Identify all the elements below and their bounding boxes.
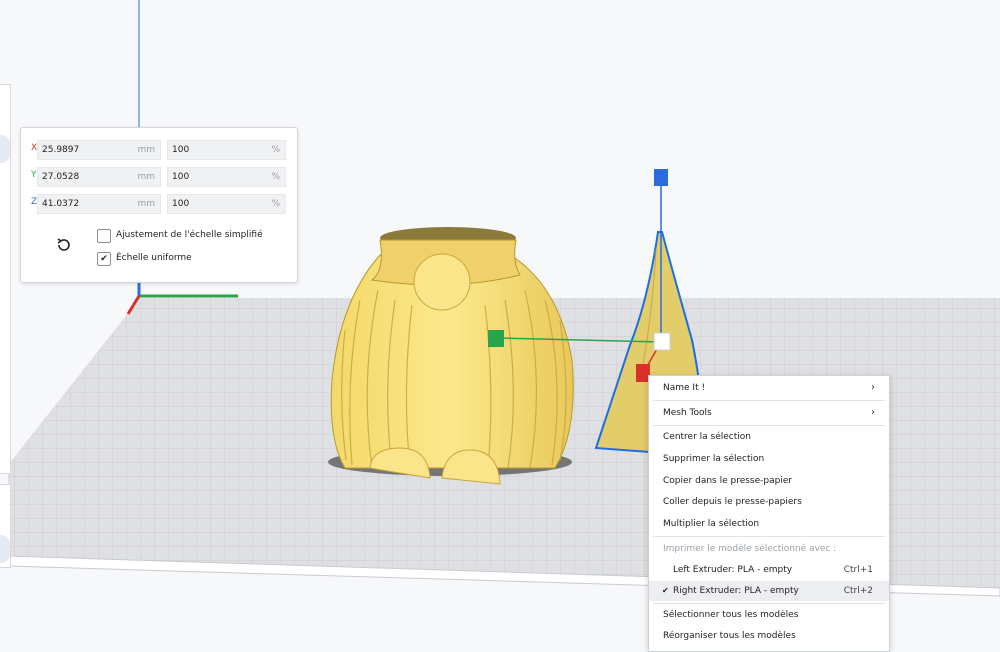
depth-percent-input[interactable]: 100 % bbox=[167, 167, 286, 187]
height-percent-input[interactable]: 100 % bbox=[167, 194, 286, 214]
z-axis-handle[interactable] bbox=[654, 169, 668, 186]
shortcut-label: Ctrl+2 bbox=[843, 586, 873, 596]
menu-item-label: Mesh Tools bbox=[663, 408, 712, 418]
toolbar-active-knob[interactable] bbox=[0, 135, 10, 163]
height-percent-value: 100 bbox=[172, 199, 190, 209]
shortcut-label: Ctrl+1 bbox=[843, 565, 873, 575]
menu-item-label: Sélectionner tous les modèles bbox=[663, 610, 799, 620]
menu-item-label: Right Extruder: PLA - empty bbox=[673, 586, 799, 596]
menu-item-label: Centrer la sélection bbox=[663, 432, 751, 442]
percent-unit-label: % bbox=[271, 172, 280, 182]
depth-percent-value: 100 bbox=[172, 172, 190, 182]
menu-divider bbox=[653, 603, 885, 604]
width-mm-value: 25.9897 bbox=[42, 145, 80, 155]
percent-unit-label: % bbox=[271, 199, 280, 209]
menu-item-left-extruder[interactable]: Left Extruder: PLA - empty Ctrl+1 bbox=[649, 560, 889, 580]
width-percent-input[interactable]: 100 % bbox=[167, 140, 286, 160]
gnome-nose bbox=[413, 253, 471, 311]
gizmo-center-handle[interactable] bbox=[653, 332, 671, 351]
menu-item-arrange-all[interactable]: Réorganiser tous les modèles bbox=[649, 626, 889, 646]
menu-item-label: Name It ! bbox=[663, 383, 706, 393]
scale-tool-panel: X 25.9897 mm 100 % Y 27.0528 mm 100 % Z … bbox=[20, 127, 298, 283]
uniform-scaling-label: Échelle uniforme bbox=[116, 253, 192, 263]
snap-scaling-label: Ajustement de l'échelle simplifié bbox=[116, 230, 263, 240]
unit-label: mm bbox=[137, 199, 155, 209]
menu-item-multiply-selection[interactable]: Multiplier la sélection bbox=[649, 514, 889, 534]
reset-icon[interactable] bbox=[55, 236, 73, 254]
toolbar-rail-bottom bbox=[0, 484, 11, 568]
menu-item-paste[interactable]: Coller depuis le presse-papiers bbox=[649, 492, 889, 512]
percent-unit-label: % bbox=[271, 145, 280, 155]
checkmark-icon: ✔ bbox=[97, 252, 111, 266]
menu-item-name-it[interactable]: Name It ! › bbox=[649, 378, 889, 398]
chevron-right-icon: › bbox=[871, 382, 875, 393]
toolbar-rail-top bbox=[0, 84, 11, 474]
checkmark-icon: ✔ bbox=[662, 586, 669, 595]
gnome-model[interactable] bbox=[328, 227, 574, 485]
unit-label: mm bbox=[137, 172, 155, 182]
height-mm-value: 41.0372 bbox=[42, 199, 80, 209]
menu-item-right-extruder[interactable]: ✔ Right Extruder: PLA - empty Ctrl+2 bbox=[649, 581, 889, 601]
menu-header-label: Imprimer le modèle sélectionné avec : bbox=[663, 544, 837, 554]
unit-label: mm bbox=[137, 145, 155, 155]
menu-divider bbox=[653, 536, 885, 537]
menu-item-label: Multiplier la sélection bbox=[663, 519, 760, 529]
menu-header-print-with: Imprimer le modèle sélectionné avec : bbox=[649, 539, 889, 559]
menu-item-center-selection[interactable]: Centrer la sélection bbox=[649, 427, 889, 447]
menu-item-mesh-tools[interactable]: Mesh Tools › bbox=[649, 403, 889, 423]
menu-divider bbox=[653, 425, 885, 426]
menu-divider bbox=[653, 400, 885, 401]
menu-item-label: Supprimer la sélection bbox=[663, 454, 765, 464]
height-mm-input[interactable]: 41.0372 mm bbox=[37, 194, 161, 214]
menu-item-label: Left Extruder: PLA - empty bbox=[673, 565, 793, 575]
depth-mm-input[interactable]: 27.0528 mm bbox=[37, 167, 161, 187]
menu-item-select-all[interactable]: Sélectionner tous les modèles bbox=[649, 605, 889, 625]
menu-item-label: Coller depuis le presse-papiers bbox=[663, 497, 802, 507]
width-mm-input[interactable]: 25.9897 mm bbox=[37, 140, 161, 160]
width-percent-value: 100 bbox=[172, 145, 190, 155]
menu-item-label: Réorganiser tous les modèles bbox=[663, 631, 796, 641]
menu-item-copy[interactable]: Copier dans le presse-papier bbox=[649, 471, 889, 491]
checkbox-empty-icon bbox=[97, 229, 111, 243]
toolbar-knob-lower[interactable] bbox=[0, 535, 10, 563]
menu-item-delete-selection[interactable]: Supprimer la sélection bbox=[649, 449, 889, 469]
menu-item-label: Copier dans le presse-papier bbox=[663, 476, 793, 486]
chevron-right-icon: › bbox=[871, 407, 875, 418]
depth-mm-value: 27.0528 bbox=[42, 172, 80, 182]
y-axis-handle[interactable] bbox=[488, 330, 504, 347]
context-menu: Name It ! › Mesh Tools › Centrer la séle… bbox=[648, 375, 890, 652]
